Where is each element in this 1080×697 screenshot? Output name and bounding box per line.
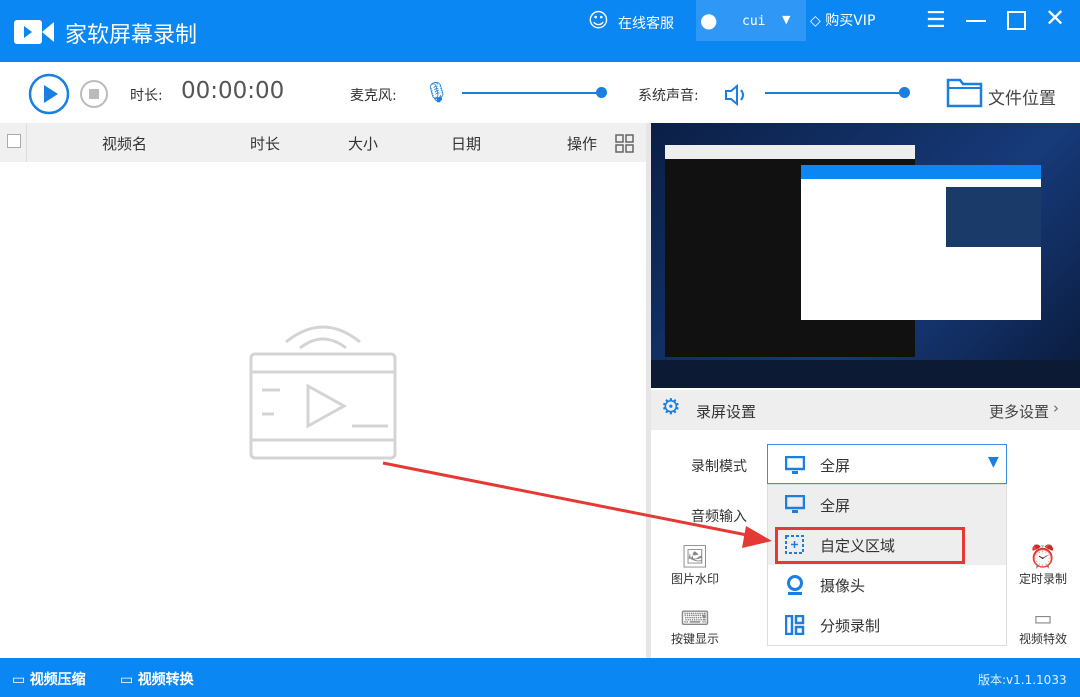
column-date[interactable]: 日期 bbox=[451, 133, 481, 154]
key-display-tool[interactable]: ⌨ 按键显示 bbox=[665, 606, 725, 647]
gear-icon: ⚙ bbox=[661, 395, 681, 420]
video-effects-tool[interactable]: ▭ 视频特效 bbox=[1013, 606, 1073, 647]
convert-label: 视频转换 bbox=[137, 672, 194, 688]
more-settings-link[interactable]: 更多设置 bbox=[989, 401, 1049, 422]
minimize-button[interactable] bbox=[966, 20, 986, 22]
record-mode-dropdown: 全屏 自定义区域 摄像头 分频录制 bbox=[767, 484, 1007, 646]
file-location-button[interactable]: 文件位置 bbox=[988, 84, 1056, 109]
user-menu[interactable]: ● cui ▼ bbox=[696, 0, 806, 41]
headset-icon: ☺ bbox=[588, 8, 609, 32]
keyboard-icon: ⌨ bbox=[680, 606, 710, 630]
qq-penguin-icon: ● bbox=[700, 8, 718, 32]
webcam-icon bbox=[787, 575, 803, 595]
microphone-icon: 🎙 bbox=[424, 80, 450, 104]
video-icon: ▭ bbox=[12, 672, 26, 688]
menu-icon[interactable]: ☰ bbox=[926, 8, 946, 33]
caret-down-icon: ▼ bbox=[988, 454, 999, 470]
dropdown-arrow-icon: ▼ bbox=[782, 13, 791, 26]
video-table-header: 视频名 时长 大小 日期 操作 bbox=[0, 123, 646, 162]
record-play-button[interactable] bbox=[28, 73, 70, 115]
screen-preview bbox=[651, 123, 1080, 388]
option-camera[interactable]: 摄像头 bbox=[768, 565, 1006, 605]
image-watermark-tool[interactable]: 🖼 图片水印 bbox=[665, 545, 725, 587]
system-volume-slider[interactable] bbox=[765, 87, 910, 98]
stop-button[interactable] bbox=[79, 79, 109, 109]
record-mode-select[interactable]: 全屏 ▼ bbox=[767, 444, 1007, 484]
support-label: 在线客服 bbox=[618, 16, 674, 32]
screen-effect-icon: ▭ bbox=[1033, 606, 1053, 630]
audio-input-label: 音频输入 bbox=[691, 509, 747, 525]
mic-slider-knob[interactable] bbox=[596, 87, 607, 98]
option-label: 分频录制 bbox=[820, 617, 881, 635]
option-label: 全屏 bbox=[820, 497, 851, 515]
duration-label: 时长: bbox=[130, 88, 163, 104]
system-slider-knob[interactable] bbox=[899, 87, 910, 98]
highlight-box bbox=[775, 527, 965, 564]
buy-vip-button[interactable]: ◇ 购买VIP bbox=[810, 10, 875, 30]
folder-icon[interactable] bbox=[946, 76, 984, 108]
option-split-record[interactable]: 分频录制 bbox=[768, 605, 1006, 645]
title-bar: 家软屏幕录制 ☺ 在线客服 ● cui ▼ ◇ 购买VIP ☰ ✕ bbox=[0, 0, 1080, 62]
column-size[interactable]: 大小 bbox=[348, 133, 378, 154]
video-icon: ▭ bbox=[120, 672, 134, 688]
option-fullscreen[interactable]: 全屏 bbox=[768, 485, 1006, 525]
compress-label: 视频压缩 bbox=[29, 672, 86, 688]
close-button[interactable]: ✕ bbox=[1045, 4, 1065, 32]
username: cui bbox=[742, 14, 766, 29]
grid-view-icon[interactable] bbox=[615, 134, 634, 153]
diamond-icon: ◇ bbox=[810, 13, 821, 29]
empty-video-placeholder-icon bbox=[249, 325, 397, 460]
toolbar: 时长: 00:00:00 麦克风: 🎙 系统声音: 文件位置 bbox=[0, 62, 1080, 123]
speaker-icon bbox=[725, 83, 744, 107]
preview-window-recorder bbox=[801, 165, 1041, 320]
monitor-icon bbox=[785, 456, 805, 474]
record-mode-value: 全屏 bbox=[820, 457, 851, 475]
app-title: 家软屏幕录制 bbox=[65, 23, 198, 48]
support-button[interactable]: ☺ 在线客服 bbox=[588, 8, 678, 34]
system-audio-label: 系统声音: bbox=[638, 88, 699, 104]
tool-label: 定时录制 bbox=[1018, 572, 1067, 586]
split-layout-icon bbox=[785, 615, 805, 635]
alarm-clock-icon: ⏰ bbox=[1029, 545, 1057, 570]
mic-volume-slider[interactable] bbox=[462, 87, 607, 98]
option-label: 摄像头 bbox=[820, 577, 866, 595]
maximize-button[interactable] bbox=[1007, 11, 1026, 30]
chevron-right-icon[interactable]: › bbox=[1053, 399, 1059, 417]
video-compress-button[interactable]: ▭ 视频压缩 bbox=[12, 669, 86, 689]
column-video-name[interactable]: 视频名 bbox=[102, 133, 147, 154]
record-mode-label: 录制模式 bbox=[691, 459, 747, 475]
version-label: 版本:v1.1.1033 bbox=[978, 673, 1067, 687]
column-actions: 操作 bbox=[567, 135, 598, 153]
tool-label: 视频特效 bbox=[1018, 632, 1067, 646]
tool-label: 图片水印 bbox=[670, 572, 719, 586]
preview-taskbar bbox=[651, 360, 1080, 388]
duration-value: 00:00:00 bbox=[181, 78, 285, 104]
scheduled-record-tool[interactable]: ⏰ 定时录制 bbox=[1013, 545, 1073, 587]
select-all-checkbox[interactable] bbox=[7, 134, 21, 148]
record-settings-header: ⚙ 录屏设置 更多设置 › bbox=[651, 390, 1080, 430]
image-icon: 🖼 bbox=[681, 545, 709, 570]
video-convert-button[interactable]: ▭ 视频转换 bbox=[120, 669, 194, 689]
camera-logo-icon bbox=[14, 20, 54, 44]
tool-label: 按键显示 bbox=[670, 632, 719, 646]
vip-label: 购买VIP bbox=[825, 13, 876, 29]
mic-label: 麦克风: bbox=[350, 88, 397, 104]
monitor-icon bbox=[785, 495, 805, 513]
settings-title: 录屏设置 bbox=[696, 403, 757, 421]
footer-bar: ▭ 视频压缩 ▭ 视频转换 版本:v1.1.1033 bbox=[0, 658, 1080, 697]
column-duration[interactable]: 时长 bbox=[250, 133, 280, 154]
